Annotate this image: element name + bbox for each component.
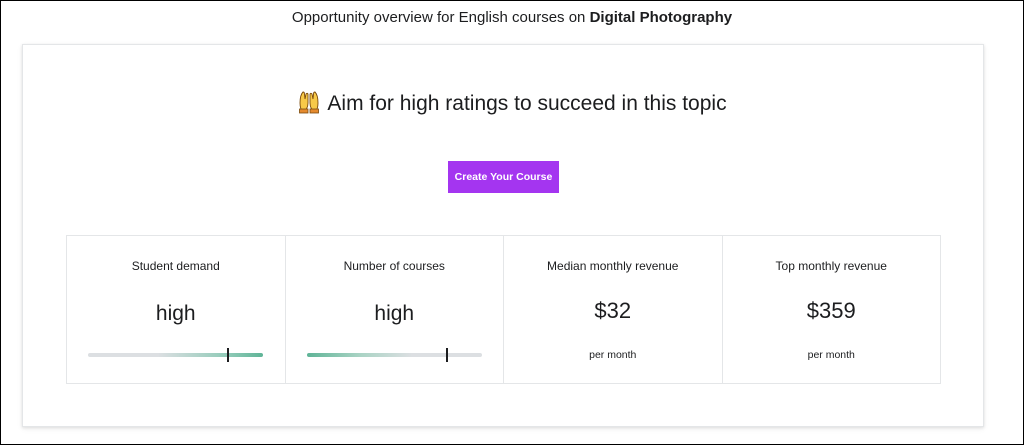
- stat-number-of-courses: Number of courses high: [286, 236, 504, 383]
- demand-meter-marker: [227, 348, 229, 362]
- topic-name: Digital Photography: [589, 9, 733, 26]
- stat-label: Student demand: [131, 259, 220, 273]
- stat-subtext: per month: [807, 349, 855, 361]
- stat-subtext: per month: [589, 349, 637, 361]
- stat-top-revenue: Top monthly revenue $359 per month: [723, 236, 941, 383]
- raising-hands-emoji-icon: [297, 90, 321, 122]
- stat-value: $32: [594, 298, 632, 323]
- courses-meter-marker: [445, 348, 448, 362]
- stat-label: Number of courses: [343, 259, 445, 273]
- stat-value: high: [374, 302, 415, 325]
- headline: Aim for high ratings to succeed in this …: [0, 90, 1024, 122]
- stat-median-revenue: Median monthly revenue $32 per month: [504, 236, 723, 383]
- headline-text: Aim for high ratings to succeed in this …: [327, 92, 727, 115]
- stat-label: Median monthly revenue: [547, 259, 679, 273]
- demand-meter: [88, 348, 263, 362]
- stat-student-demand: Student demand high: [67, 236, 286, 383]
- page-title: Opportunity overview for English courses…: [0, 8, 1024, 28]
- page-title-prefix: Opportunity overview for English courses…: [291, 9, 590, 26]
- stat-value: high: [155, 302, 196, 325]
- stats-row: Student demand high Number of courses hi…: [66, 235, 941, 384]
- courses-meter: [306, 348, 482, 362]
- stat-label: Top monthly revenue: [775, 259, 887, 273]
- create-course-button[interactable]: Create Your Course: [448, 161, 559, 193]
- stat-value: $359: [806, 298, 856, 323]
